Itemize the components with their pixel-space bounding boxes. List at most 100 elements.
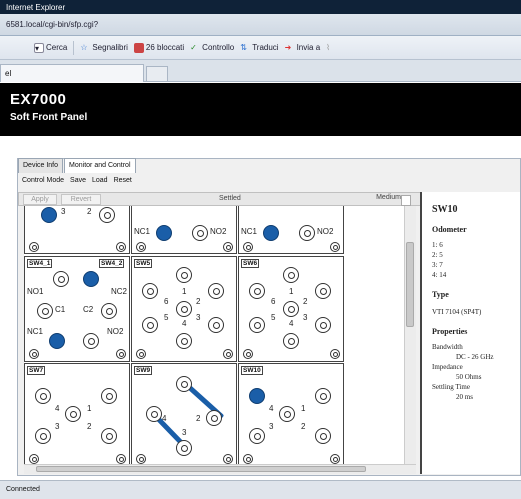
ground-port[interactable] [223,242,233,252]
settling-label: Settling Time [432,383,470,391]
port-label: 1 [289,287,294,296]
port-label: 5 [271,313,276,322]
ground-port[interactable] [29,242,39,252]
switch-port[interactable] [176,267,192,283]
switch-port[interactable] [176,333,192,349]
switch-port[interactable] [176,440,192,456]
send-button[interactable]: ➜ Invia a [285,43,321,53]
ground-port[interactable] [136,349,146,359]
menu-save[interactable]: Save [70,177,86,187]
switch-port[interactable] [283,267,299,283]
apply-button[interactable]: Apply [23,194,57,205]
switch-port[interactable] [176,376,192,392]
ground-port[interactable] [223,454,233,464]
translate-button[interactable]: ⇅ Traduci [240,43,278,53]
ground-port[interactable] [330,349,340,359]
bookmarks-button[interactable]: ☆ Segnalibri [80,43,128,53]
ground-port[interactable] [116,349,126,359]
revert-button[interactable]: Revert [61,194,101,205]
switch-port[interactable] [83,333,99,349]
switch-port[interactable] [41,207,57,223]
switch-port[interactable] [35,388,51,404]
switch-port[interactable] [156,225,172,241]
switch-port[interactable] [101,388,117,404]
tab-device-info[interactable]: Device Info [18,158,64,173]
switch-port[interactable] [83,271,99,287]
switch-port[interactable] [315,317,331,333]
switch-label: SW6 [241,259,260,268]
switch-port[interactable] [279,406,295,422]
ground-port[interactable] [116,454,126,464]
port-label: 3 [55,422,60,431]
switch-port[interactable] [37,303,53,319]
switch-port[interactable] [208,317,224,333]
switch-port[interactable] [101,303,117,319]
check-button[interactable]: ✓ Controllo [190,43,234,53]
ground-port[interactable] [330,242,340,252]
switch-port[interactable] [65,406,81,422]
ground-port[interactable] [29,454,39,464]
switch-port[interactable] [315,283,331,299]
switch-port[interactable] [101,428,117,444]
switch-port[interactable] [99,207,115,223]
port-label: 3 [303,313,308,322]
new-tab-button[interactable] [146,66,168,81]
status-text: Connected [6,486,40,493]
odometer-line: 3: 7 [432,261,443,269]
port-label: 1 [301,404,306,413]
check-icon: ✓ [190,42,197,52]
ground-port[interactable] [136,242,146,252]
ground-port[interactable] [223,349,233,359]
switch-cell-sw5: SW5 1 6 2 5 4 3 [131,256,237,362]
speed-select[interactable]: Medium [363,194,413,206]
search-button[interactable]: ▾ Cerca [34,42,67,53]
port-label: 4 [289,319,294,328]
switch-port[interactable] [249,317,265,333]
menu-reset[interactable]: Reset [114,177,132,187]
switch-port[interactable] [249,388,265,404]
browser-tab-strip: el [0,60,521,82]
switch-port[interactable] [315,388,331,404]
switch-port[interactable] [299,225,315,241]
switch-port[interactable] [249,428,265,444]
switch-port[interactable] [249,283,265,299]
menu-control-mode[interactable]: Control Mode [22,177,64,187]
ground-port[interactable] [29,349,39,359]
address-bar[interactable]: 6581.local/cgi-bin/sfp.cgi? [0,14,521,36]
port-label: 6 [164,297,169,306]
vertical-scroll-thumb[interactable] [406,242,414,327]
horizontal-scroll-thumb[interactable] [36,466,366,472]
switch-port[interactable] [142,317,158,333]
browser-tab[interactable]: el [0,64,144,82]
port-label: 4 [269,404,274,413]
port-label: 3 [61,207,66,216]
switch-port[interactable] [142,283,158,299]
popup-blocker-button[interactable]: 26 bloccati [133,42,184,53]
switch-cell-sw6: SW6 1 6 2 5 4 3 [238,256,344,362]
ground-port[interactable] [243,349,253,359]
switch-port[interactable] [283,301,299,317]
switch-port[interactable] [206,410,222,426]
switch-port[interactable] [53,271,69,287]
ground-port[interactable] [243,242,253,252]
menu-load[interactable]: Load [92,177,108,187]
switch-port[interactable] [315,428,331,444]
switch-port[interactable] [176,301,192,317]
ground-port[interactable] [243,454,253,464]
switch-port[interactable] [146,406,162,422]
ground-port[interactable] [116,242,126,252]
paperclip-icon[interactable]: ⌇ [326,43,336,53]
switch-port[interactable] [283,333,299,349]
switch-port[interactable] [35,428,51,444]
address-text[interactable]: 6581.local/cgi-bin/sfp.cgi? [6,20,98,29]
switch-port[interactable] [208,283,224,299]
port-label: 2 [196,297,201,306]
spinner-icon[interactable] [401,195,411,206]
switch-port[interactable] [263,225,279,241]
tab-monitor-control[interactable]: Monitor and Control [64,158,136,173]
switch-cell: NC1 NO2 [131,206,237,254]
switch-port[interactable] [49,333,65,349]
ground-port[interactable] [330,454,340,464]
switch-port[interactable] [192,225,208,241]
ground-port[interactable] [136,454,146,464]
